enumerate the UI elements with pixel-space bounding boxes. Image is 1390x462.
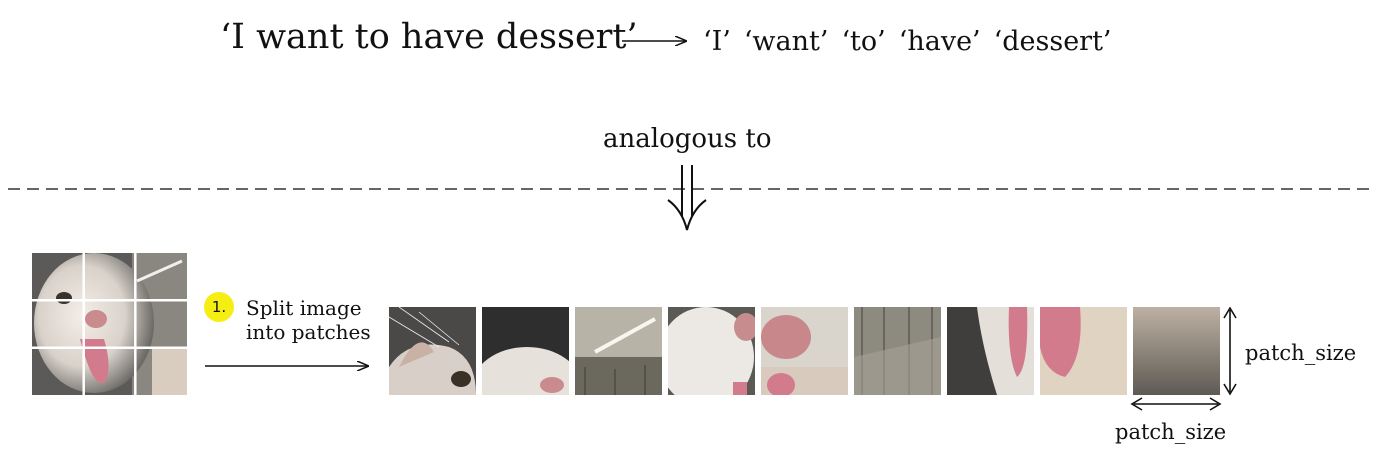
diagram-canvas: { "sentence": "‘I want to have dessert’"… (0, 0, 1390, 462)
token-list: ‘I’ ‘want’ ‘to’ ‘have’ ‘dessert’ (703, 28, 1125, 55)
patch-2 (482, 307, 569, 395)
patch-size-vertical-label: patch_size (1245, 341, 1357, 365)
token: ‘I’ (703, 26, 731, 57)
patch-7 (947, 307, 1034, 395)
step-label-line2: into patches (246, 320, 371, 344)
token: ‘have’ (898, 26, 981, 57)
patch-5 (761, 307, 848, 395)
cat-image-grid (32, 253, 187, 395)
patch-8 (1040, 307, 1127, 395)
patch-size-vertical-arrow (1223, 306, 1237, 396)
patch-size-horizontal-label: patch_size (1115, 420, 1227, 444)
token: ‘want’ (743, 26, 829, 57)
patch-4 (668, 307, 755, 395)
step-label: Split image into patches (246, 296, 371, 344)
patch-6 (854, 307, 941, 395)
analogous-label: analogous to (603, 124, 772, 154)
step-number-badge: 1. (204, 292, 234, 322)
step-label-line1: Split image (246, 296, 362, 320)
patch-1 (389, 307, 476, 395)
patch-9 (1133, 307, 1220, 395)
token: ‘dessert’ (993, 26, 1112, 57)
patch-3 (575, 307, 662, 395)
token: ‘to’ (841, 26, 886, 57)
patch-size-horizontal-arrow (1130, 397, 1222, 411)
double-down-arrow-icon (667, 165, 707, 231)
